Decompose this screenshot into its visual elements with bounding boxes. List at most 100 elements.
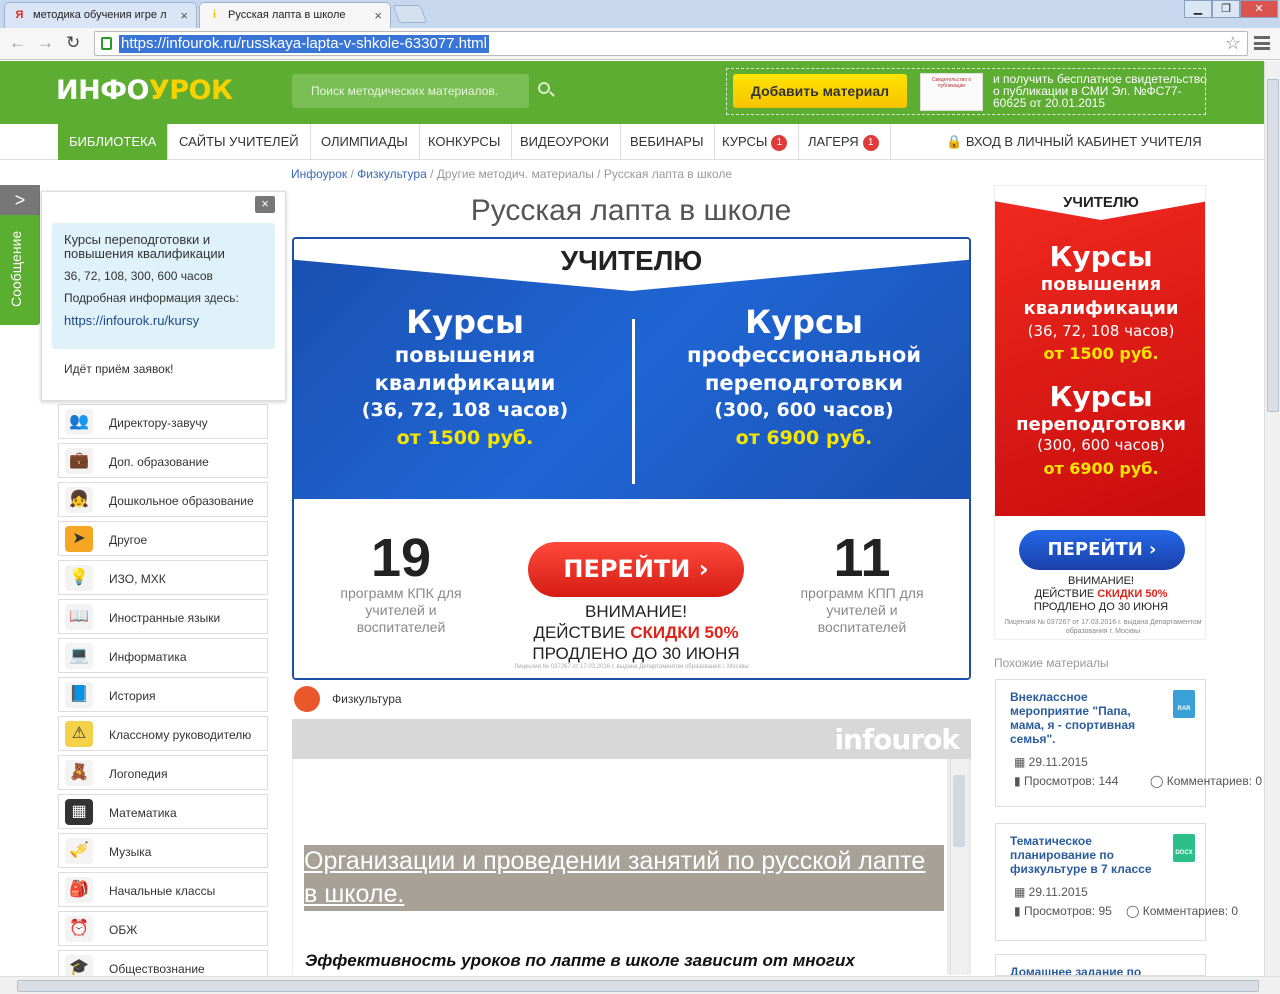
document-viewer[interactable]: infourok Организации и проведении заняти… (292, 719, 971, 975)
category-label: Математика (109, 806, 177, 820)
page-scrollbar-horizontal[interactable] (0, 976, 1280, 994)
nav-library[interactable]: БИБЛИОТЕКА (58, 124, 169, 160)
viewer-scroll-thumb[interactable] (953, 775, 965, 847)
similar-item[interactable]: Домашнее задание по (995, 954, 1206, 976)
breadcrumb-subject[interactable]: Физкультура (357, 167, 427, 181)
category-item[interactable]: 📘 История (58, 677, 268, 712)
right-k1b: квалификации (1023, 298, 1179, 319)
nav-label: ВЕБИНАРЫ (630, 134, 704, 149)
briefcase-icon: 💼 (65, 448, 93, 474)
category-label: Логопедия (109, 767, 168, 781)
nav-teacher-sites[interactable]: САЙТЫ УЧИТЕЛЕЙ (168, 124, 311, 160)
popup-link[interactable]: https://infourok.ru/kursy (64, 313, 263, 328)
infourok-watermark: infourok (834, 723, 960, 756)
category-item[interactable]: 💻 Информатика (58, 638, 268, 673)
address-bar: ← → ↻ https://infourok.ru/russkaya-lapta… (0, 28, 1280, 60)
nav-label: ВИДЕОУРОКИ (520, 134, 609, 149)
right-warn-extended: ПРОДЛЕНО ДО 30 ИЮНЯ (1033, 601, 1169, 613)
scroll-thumb[interactable] (1267, 79, 1279, 412)
banner-divider (632, 319, 635, 484)
logo-prefix: ИНФО (56, 75, 149, 106)
go-button[interactable]: ПЕРЕЙТИ › (528, 542, 744, 597)
category-item[interactable]: 🎺 Музыка (58, 833, 268, 868)
child-icon: 👧 (65, 487, 93, 513)
similar-item-title[interactable]: Тематическое планирование по физкультуре… (1010, 834, 1160, 876)
banner-right-column: Курсы профессиональной переподготовки (3… (639, 303, 969, 453)
forward-icon[interactable]: → (37, 34, 54, 52)
warn-discount: СКИДКИ 50% (630, 623, 739, 642)
category-item[interactable]: 🎒 Начальные классы (58, 872, 268, 907)
kpk-count: 19 (370, 528, 432, 588)
add-material-button[interactable]: Добавить материал (733, 74, 907, 108)
category-item[interactable]: ▦ Математика (58, 794, 268, 829)
url-field[interactable]: https://infourok.ru/russkaya-lapta-v-shk… (94, 31, 1248, 56)
certificate-thumbnail[interactable]: Свидетельство о публикации (920, 73, 983, 111)
nav-olympiads[interactable]: ОЛИМПИАДЫ (310, 124, 420, 160)
category-item[interactable]: 💡 ИЗО, МХК (58, 560, 268, 595)
category-item[interactable]: 👧 Дошкольное образование (58, 482, 268, 517)
category-item[interactable]: 👥 Директору-завучу (58, 404, 268, 439)
right-k2: Курсы (1049, 380, 1153, 413)
similar-item-views: ▮ Просмотров: 144 (1014, 774, 1118, 788)
nav-contests[interactable]: КОНКУРСЫ (417, 124, 513, 160)
maximize-button[interactable]: ❐ (1212, 0, 1240, 18)
breadcrumb-sep: / (426, 167, 437, 181)
close-tab-icon[interactable]: × (180, 8, 188, 23)
browser-tab-active[interactable]: i Русская лапта в школе × (199, 2, 391, 28)
close-tab-icon[interactable]: × (374, 8, 382, 23)
url-text[interactable]: https://infourok.ru/russkaya-lapta-v-shk… (119, 35, 490, 53)
courses-banner[interactable]: УЧИТЕЛЮ Курсы повышения квалификации (36… (292, 237, 971, 680)
new-tab-button[interactable] (392, 5, 428, 23)
login-link[interactable]: 🔒 ВХОД В ЛИЧНЫЙ КАБИНЕТ УЧИТЕЛЯ (946, 124, 1202, 160)
similar-item-title[interactable]: Внеклассное мероприятие "Папа, мама, я -… (1010, 690, 1160, 746)
similar-item[interactable]: Внеклассное мероприятие "Папа, мама, я -… (995, 679, 1262, 807)
nav-video-lessons[interactable]: ВИДЕОУРОКИ (509, 124, 621, 160)
category-item[interactable]: 📖 Иностранные языки (58, 599, 268, 634)
page-scrollbar-vertical[interactable] (1264, 61, 1280, 976)
message-tab[interactable]: > Сообщение (0, 185, 40, 325)
similar-item[interactable]: Тематическое планирование по физкультуре… (995, 823, 1238, 941)
browser-menu-icon[interactable] (1254, 36, 1270, 50)
breadcrumb-category[interactable]: Другие методич. материалы (437, 167, 594, 181)
backpack-icon: 🎒 (65, 877, 93, 903)
people-icon: 👥 (65, 409, 93, 435)
right-go-button[interactable]: ПЕРЕЙТИ › (1019, 530, 1185, 570)
reload-icon[interactable]: ↻ (66, 34, 80, 52)
right-k2c: (300, 600 часов) (1037, 436, 1165, 454)
browser-tab[interactable]: Я методика обучения игре л × (4, 2, 197, 28)
viewer-scrollbar[interactable] (950, 759, 967, 975)
go-label: ПЕРЕЙТИ (563, 555, 691, 583)
book-icon: 📖 (65, 604, 93, 630)
nav-webinars[interactable]: ВЕБИНАРЫ (619, 124, 716, 160)
notification-badge: 1 (771, 135, 788, 151)
comments-text: Комментариев: 0 (1142, 904, 1239, 918)
banner-left-l3: квалификации (374, 371, 556, 395)
category-item[interactable]: 🧸 Логопедия (58, 755, 268, 790)
notification-badge: 1 (862, 135, 879, 151)
nav-courses[interactable]: КУРСЫ 1 (711, 124, 800, 160)
minimize-button[interactable]: ▁ (1184, 0, 1212, 18)
category-item[interactable]: 💼 Доп. образование (58, 443, 268, 478)
document-heading: Организации и проведении занятий по русс… (304, 845, 944, 911)
comment-icon: ◯ (1150, 774, 1167, 788)
category-item[interactable]: ⏰ ОБЖ (58, 911, 268, 946)
subject-label[interactable]: Физкультура (332, 692, 402, 706)
bookmark-star-icon[interactable]: ☆ (1225, 33, 1241, 54)
right-courses-banner[interactable]: УЧИТЕЛЮ Курсы повышения квалификации (36… (994, 185, 1206, 640)
scroll-thumb[interactable] (17, 980, 1259, 992)
close-window-button[interactable]: ✕ (1240, 0, 1278, 18)
back-icon[interactable]: ← (9, 34, 26, 52)
search-input[interactable]: Поиск методических материалов. (292, 74, 529, 108)
nav-camps[interactable]: ЛАГЕРЯ 1 (797, 124, 891, 160)
breadcrumb-home[interactable]: Инфоурок (291, 167, 347, 181)
category-item[interactable]: ➤ Другое (58, 521, 268, 556)
nav-label: КУРСЫ (722, 134, 768, 149)
search-icon[interactable] (538, 82, 550, 94)
warn-extended: ПРОДЛЕНО ДО 30 ИЮНЯ (532, 644, 740, 663)
similar-item-title[interactable]: Домашнее задание по (1010, 965, 1160, 975)
category-item[interactable]: ⚠ Классному руководителю (58, 716, 268, 751)
close-icon[interactable]: × (255, 196, 275, 213)
site-logo[interactable]: ИНФОУРОК (56, 75, 233, 106)
nav-label: ОЛИМПИАДЫ (321, 134, 408, 149)
open-book-icon: 📘 (65, 682, 93, 708)
